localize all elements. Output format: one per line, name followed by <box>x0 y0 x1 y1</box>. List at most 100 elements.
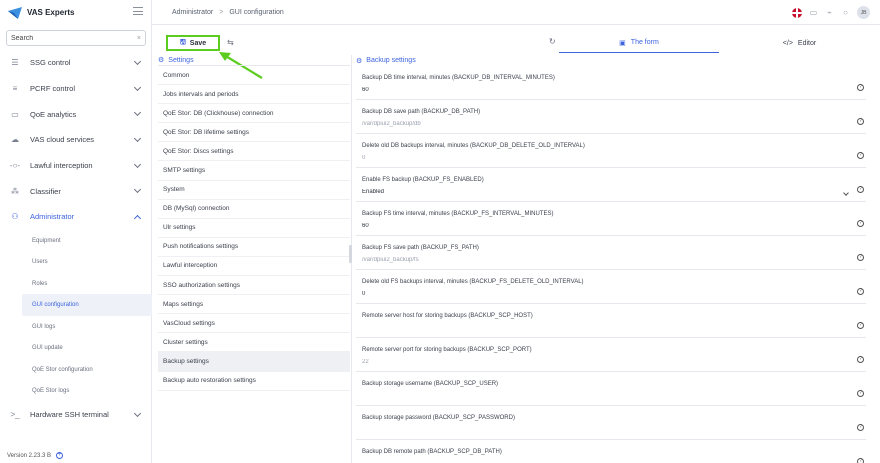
help-icon[interactable]: ? <box>857 356 864 363</box>
nav-item-classifier[interactable]: ⁂ Classifier <box>0 178 152 204</box>
chevron-down-icon <box>133 109 142 117</box>
settings-item-system[interactable]: System <box>158 181 350 200</box>
sidebar-sub-gui-logs[interactable]: GUI logs <box>0 316 152 338</box>
help-icon[interactable]: ? <box>857 322 864 329</box>
sidebar-sub-equipment[interactable]: Equipment <box>0 230 152 252</box>
settings-item-mysql[interactable]: DB (MySql) connection <box>158 200 350 219</box>
settings-item-lawful[interactable]: Lawful interception <box>158 257 350 277</box>
search-input[interactable] <box>11 34 131 42</box>
nav-item-ssg-control[interactable]: ☰ SSG control <box>0 50 152 76</box>
settings-item-maps[interactable]: Maps settings <box>158 295 350 315</box>
topbar-actions: ▭ ⌁ ○ JB <box>792 6 870 19</box>
settings-item-push[interactable]: Push notifications settings <box>158 238 350 257</box>
field-input[interactable] <box>362 359 842 365</box>
field-input[interactable] <box>362 87 842 93</box>
tab-editor[interactable]: </> Editor <box>719 33 880 53</box>
clear-search-icon[interactable]: × <box>137 35 141 42</box>
help-icon[interactable]: ? <box>857 458 864 463</box>
topbar: Administrator > GUI configuration ▭ ⌁ ○ … <box>152 0 880 25</box>
resize-handle[interactable] <box>349 245 352 263</box>
sidebar-sub-qoe-stor-configuration[interactable]: QoE Stor configuration <box>0 359 152 381</box>
settings-item-qoe-clickhouse[interactable]: QoE Stor: DB (Clickhouse) connection <box>158 104 350 124</box>
sidebar-sub-gui-configuration[interactable]: GUI configuration <box>22 294 152 316</box>
help-icon[interactable]: ? <box>857 152 864 159</box>
users-icon: ⚇ <box>11 212 19 222</box>
settings-item-jobs-intervals[interactable]: Jobs intervals and periods <box>158 85 350 105</box>
settings-item-backup[interactable]: Backup settings <box>158 352 350 372</box>
field-label: Delete old DB backups interval, minutes … <box>362 143 585 149</box>
settings-item-common[interactable]: Common <box>158 66 350 86</box>
field-label: Backup DB remote path (BACKUP_SCP_DB_PAT… <box>362 449 502 455</box>
help-icon[interactable]: ? <box>857 254 864 261</box>
plus-circle-icon[interactable]: + <box>56 452 64 459</box>
brand-logo[interactable]: VAS Experts <box>0 0 151 25</box>
form-title: Backup settings <box>366 57 416 64</box>
save-button[interactable]: 🖫 Save <box>166 35 220 51</box>
code-icon: </> <box>782 39 793 47</box>
breadcrumb-root[interactable]: Administrator <box>172 9 213 16</box>
sidebar-sub-roles[interactable]: Roles <box>0 273 152 295</box>
nav-item-qoe-analytics[interactable]: ▭ QoE analytics <box>0 101 152 127</box>
brand-name: VAS Experts <box>27 8 75 17</box>
help-icon[interactable]: ? <box>857 186 864 193</box>
field-input[interactable] <box>362 325 842 331</box>
field-label: Enable FS backup (BACKUP_FS_ENABLED) <box>362 177 484 183</box>
nav-item-administrator[interactable]: ⚇ Administrator <box>0 204 152 230</box>
help-icon[interactable]: ? <box>857 220 864 227</box>
help-icon[interactable]: ? <box>857 390 864 397</box>
chevron-down-icon <box>133 83 142 91</box>
nav-menu: ☰ SSG control ≡ PCRF control ▭ QoE analy… <box>0 50 152 428</box>
field-backup-scp-host: Remote server host for storing backups (… <box>356 304 866 338</box>
settings-item-sso[interactable]: SSO authorization settings <box>158 276 350 296</box>
chevron-down-icon[interactable] <box>843 190 849 196</box>
settings-item-smtp[interactable]: SMTP settings <box>158 161 350 181</box>
field-input[interactable] <box>362 291 842 297</box>
field-backup-db-interval: Backup DB time interval, minutes (BACKUP… <box>356 66 866 100</box>
nav-item-hardware-ssh-terminal[interactable]: >_ Hardware SSH terminal <box>0 402 152 428</box>
cloud-icon: ☁ <box>11 135 19 145</box>
nav-label: PCRF control <box>30 84 76 94</box>
nav-label: Administrator <box>30 212 75 222</box>
help-icon[interactable]: ? <box>857 118 864 125</box>
form-icon: ▣ <box>619 39 626 47</box>
avatar[interactable]: JB <box>857 6 870 19</box>
chevron-down-icon <box>133 409 142 417</box>
nav-label: Lawful interception <box>30 161 93 171</box>
nav-item-pcrf-control[interactable]: ≡ PCRF control <box>0 76 152 102</box>
field-input[interactable] <box>362 257 842 263</box>
field-input[interactable] <box>362 121 842 127</box>
settings-item-vascloud[interactable]: VasCloud settings <box>158 314 350 334</box>
settings-item-qoe-discs[interactable]: QoE Stor: Discs settings <box>158 142 350 162</box>
swap-icon[interactable]: ⇆ <box>227 38 234 47</box>
link-icon[interactable]: ⌁ <box>825 8 834 17</box>
sidebar-sub-gui-update[interactable]: GUI update <box>0 337 152 359</box>
field-label: Backup DB save path (BACKUP_DB_PATH) <box>362 109 481 115</box>
field-select[interactable] <box>362 189 842 195</box>
field-backup-scp-password: Backup storage password (BACKUP_SCP_PASS… <box>356 406 866 440</box>
help-icon[interactable]: ? <box>857 424 864 431</box>
nav-item-vas-cloud-services[interactable]: ☁ VAS cloud services <box>0 127 152 153</box>
notifications-icon[interactable]: ▭ <box>809 8 818 17</box>
language-flag-icon[interactable] <box>792 7 802 18</box>
field-input[interactable] <box>362 427 842 433</box>
nav-item-lawful-interception[interactable]: -○- Lawful interception <box>0 153 152 179</box>
sidebar-sub-users[interactable]: Users <box>0 251 152 273</box>
sidebar-sub-qoe-stor-logs[interactable]: QoE Stor logs <box>0 380 152 402</box>
settings-item-qoe-lifetime[interactable]: QoE Stor: DB lifetime settings <box>158 123 350 143</box>
nav-label: Hardware SSH terminal <box>30 410 109 420</box>
help-icon[interactable]: ? <box>857 84 864 91</box>
settings-item-ulr[interactable]: Ulr settings <box>158 219 350 238</box>
menu-toggle-icon[interactable] <box>133 7 143 15</box>
help-icon[interactable]: ? <box>857 288 864 295</box>
info-icon[interactable]: ○ <box>841 8 850 17</box>
field-input[interactable] <box>362 155 842 161</box>
field-label: Backup storage password (BACKUP_SCP_PASS… <box>362 415 515 421</box>
field-backup-fs-path: Backup FS save path (BACKUP_FS_PATH) ? <box>356 236 866 270</box>
field-input[interactable] <box>362 393 842 399</box>
settings-item-cluster[interactable]: Cluster settings <box>158 333 350 353</box>
refresh-icon[interactable]: ↻ <box>549 37 556 46</box>
settings-item-backup-restore[interactable]: Backup auto restoration settings <box>158 372 350 391</box>
field-input[interactable] <box>362 223 842 229</box>
intercept-icon: -○- <box>9 161 21 171</box>
tab-the-form[interactable]: ▣ The form <box>559 33 719 53</box>
